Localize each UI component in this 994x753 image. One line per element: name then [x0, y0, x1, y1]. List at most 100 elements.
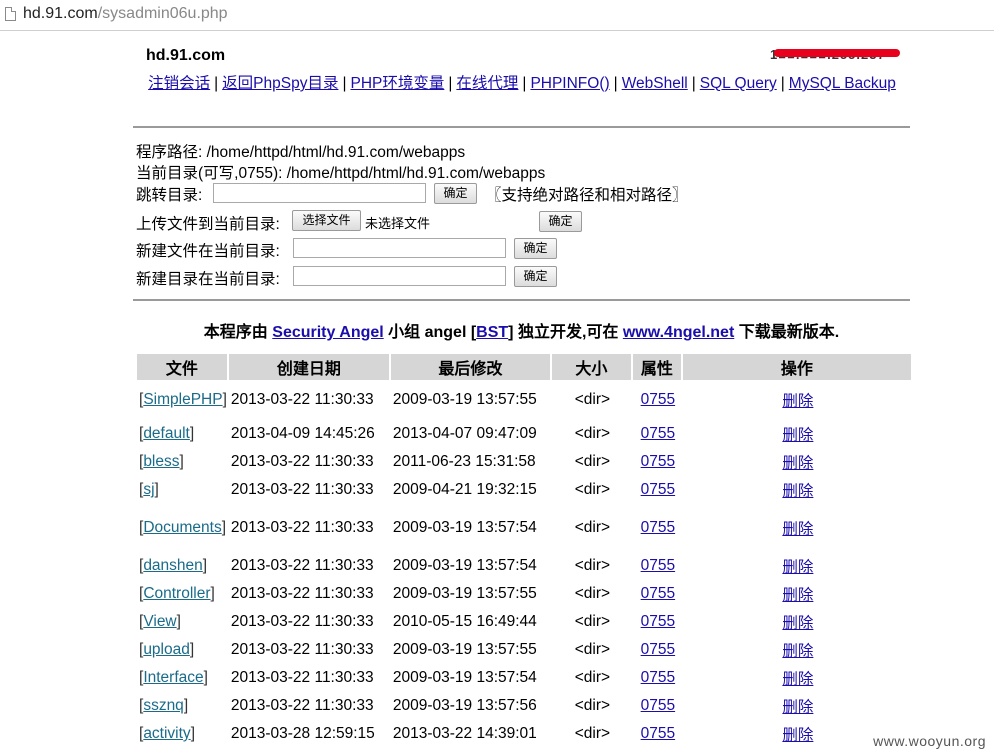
modified-cell: 2009-03-19 13:57:54	[392, 669, 537, 686]
created-cell: 2013-04-09 14:45:26	[230, 425, 375, 442]
delete-link[interactable]: 删除	[782, 727, 813, 744]
column-header-created: 创建日期	[228, 354, 389, 380]
table-row: [ssznq] 2013-03-22 11:30:33 2009-03-19 13:…	[137, 692, 911, 720]
new-file-input[interactable]	[293, 238, 506, 258]
file-name-link[interactable]: bless	[143, 453, 179, 470]
current-dir-line: 当前目录(可写,0755): /home/httpd/html/hd.91.co…	[136, 161, 545, 183]
credit-team-link[interactable]: Security Angel	[272, 324, 383, 341]
credit-line: 本程序由 Security Angel 小组 angel [BST] 独立开发,…	[133, 318, 910, 342]
server-ip-redacted: 1■■.■■■.255.237	[770, 48, 900, 61]
upload-label: 上传文件到当前目录:	[136, 216, 280, 233]
new-dir-input[interactable]	[293, 266, 506, 286]
delete-link[interactable]: 删除	[782, 483, 813, 500]
file-name-link[interactable]: View	[143, 613, 176, 630]
created-cell: 2013-03-22 11:30:33	[230, 697, 374, 714]
perm-link[interactable]: 0755	[641, 669, 675, 686]
file-name-link[interactable]: sj	[143, 481, 154, 498]
redaction-mark	[774, 49, 900, 57]
table-row: [default] 2013-04-09 14:45:26 2013-04-07 0…	[137, 420, 911, 448]
choose-file-button[interactable]: 选择文件	[292, 210, 361, 231]
delete-link[interactable]: 删除	[782, 455, 813, 472]
size-cell: <dir>	[574, 641, 611, 658]
delete-link[interactable]: 删除	[782, 643, 813, 660]
file-name-link[interactable]: activity	[143, 725, 190, 742]
action-cell: 删除	[683, 608, 911, 636]
delete-link[interactable]: 删除	[782, 559, 813, 576]
new-dir-confirm-button[interactable]: 确定	[514, 266, 557, 287]
perm-cell: 0755	[633, 580, 681, 608]
perm-link[interactable]: 0755	[641, 641, 675, 658]
perm-link[interactable]: 0755	[641, 519, 675, 536]
perm-link[interactable]: 0755	[641, 585, 675, 602]
nav-sql-query[interactable]: SQL Query	[700, 75, 777, 92]
nav-phpspy-dir[interactable]: 返回PhpSpy目录	[222, 75, 338, 92]
jump-dir-confirm-button[interactable]: 确定	[434, 183, 477, 204]
size-cell: <dir>	[574, 697, 611, 714]
action-cell: 删除	[683, 552, 911, 580]
current-dir-label: 当前目录(可写,0755):	[136, 165, 283, 182]
file-name-link[interactable]: Interface	[143, 669, 203, 686]
nav-online-proxy[interactable]: 在线代理	[456, 75, 518, 92]
modified-cell: 2010-05-15 16:49:44	[392, 613, 537, 630]
modified-cell: 2013-03-22 14:39:01	[392, 725, 537, 742]
modified-cell: 2011-06-23 15:31:58	[392, 453, 536, 470]
created-cell: 2013-03-22 11:30:33	[230, 453, 374, 470]
delete-link[interactable]: 删除	[782, 699, 813, 716]
action-cell: 删除	[683, 448, 911, 476]
perm-link[interactable]: 0755	[641, 425, 675, 442]
perm-link[interactable]: 0755	[641, 697, 675, 714]
upload-confirm-button[interactable]: 确定	[539, 211, 582, 232]
perm-link[interactable]: 0755	[641, 725, 675, 742]
modified-cell: 2009-04-21 19:32:15	[392, 481, 537, 498]
address-bar[interactable]: hd.91.com/sysadmin06u.php	[0, 0, 994, 31]
credit-bst-link[interactable]: BST	[476, 324, 508, 341]
url-path: /sysadmin06u.php	[97, 5, 228, 22]
delete-link[interactable]: 删除	[782, 427, 813, 444]
column-header-action: 操作	[682, 354, 911, 380]
url-text[interactable]: hd.91.com/sysadmin06u.php	[23, 5, 228, 23]
perm-link[interactable]: 0755	[641, 613, 675, 630]
nav-webshell[interactable]: WebShell	[622, 75, 688, 92]
credit-text: 本程序由	[203, 324, 268, 341]
column-header-modified: 最后修改	[390, 354, 550, 380]
size-cell: <dir>	[574, 557, 611, 574]
file-name-link[interactable]: Documents	[143, 519, 221, 536]
file-name-link[interactable]: danshen	[143, 557, 202, 574]
new-dir-label: 新建目录在当前目录:	[136, 271, 280, 288]
nav-logout[interactable]: 注销会话	[148, 75, 210, 92]
page-icon	[5, 7, 16, 21]
file-name-cell: [ssznq]	[139, 697, 189, 714]
perm-link[interactable]: 0755	[641, 557, 675, 574]
action-cell: 删除	[683, 636, 911, 664]
file-name-link[interactable]: Controller	[143, 585, 210, 602]
delete-link[interactable]: 删除	[782, 587, 813, 604]
delete-link[interactable]: 删除	[782, 393, 813, 410]
file-name-link[interactable]: ssznq	[143, 697, 184, 714]
delete-link[interactable]: 删除	[782, 521, 813, 538]
perm-link[interactable]: 0755	[641, 453, 675, 470]
column-header-size: 大小	[551, 354, 631, 380]
delete-link[interactable]: 删除	[782, 671, 813, 688]
delete-link[interactable]: 删除	[782, 615, 813, 632]
program-path-label: 程序路径:	[136, 144, 203, 161]
nav-phpinfo[interactable]: PHPINFO()	[530, 75, 609, 92]
nav-separator: |	[780, 75, 785, 92]
nav-php-env[interactable]: PHP环境变量	[350, 75, 444, 92]
modified-cell: 2009-03-19 13:57:54	[392, 519, 537, 536]
file-name-link[interactable]: SimplePHP	[143, 391, 222, 408]
nav-mysql-backup[interactable]: MySQL Backup	[789, 75, 896, 92]
action-cell: 删除	[683, 380, 911, 420]
new-file-confirm-button[interactable]: 确定	[514, 238, 557, 259]
table-row: [upload] 2013-03-22 11:30:33 2009-03-19 13…	[137, 636, 911, 664]
file-name-link[interactable]: upload	[143, 641, 190, 658]
jump-dir-input[interactable]	[213, 183, 426, 203]
credit-site-link[interactable]: www.4ngel.net	[623, 324, 734, 341]
jump-dir-label: 跳转目录:	[136, 187, 203, 204]
size-cell: <dir>	[574, 519, 611, 536]
perm-link[interactable]: 0755	[641, 391, 675, 408]
size-cell: <dir>	[574, 481, 611, 498]
perm-link[interactable]: 0755	[641, 481, 675, 498]
site-title: hd.91.com	[146, 47, 226, 64]
file-name-link[interactable]: default	[143, 425, 190, 442]
size-cell: <dir>	[574, 391, 611, 408]
